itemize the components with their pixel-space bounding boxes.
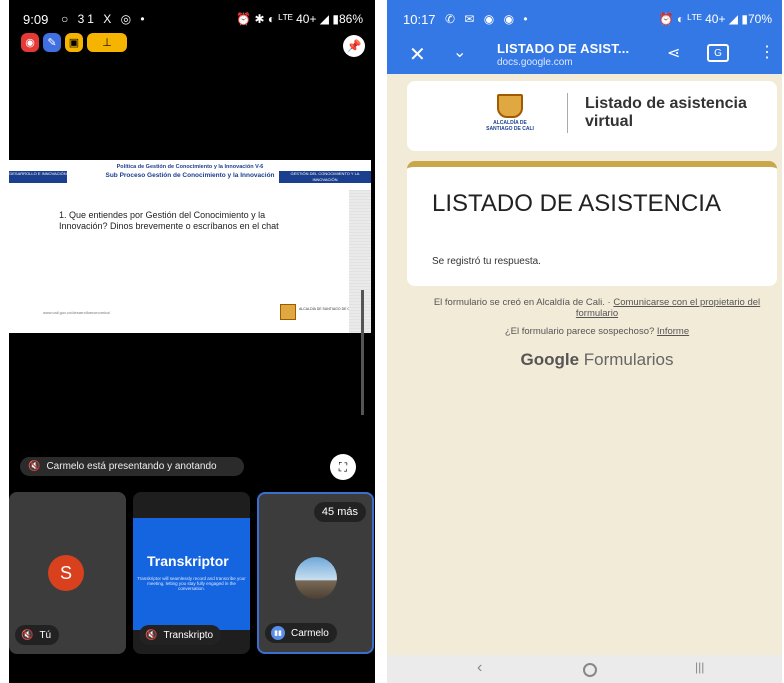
cali-crest-icon [280,304,296,320]
mic-off-icon: 🔇 [145,629,158,641]
status-system-icons: ⏰ ◐ ᴸᵀᴱ 40+ ◢ ▮70% [658,12,772,26]
slide-logo-caption: ALCALDÍA DE SANTIAGO DE CALI [299,307,356,311]
brand-forms: Formularios [579,350,674,369]
confirmation-message: Se registró tu respuesta. [432,256,541,267]
avatar [295,557,337,599]
participant-label: 🔇 Transkripto [139,625,222,645]
screenshot-composite: 9:09 ○ 31 X ◎ • ⏰ ✱ ◐ ᴸᵀᴱ 40+ ◢ ▮86% ◉ ✎… [0,0,784,683]
fullscreen-icon[interactable]: ⛶ [330,454,356,480]
slide-header-line1: Política de Gestión de Conocimiento y la… [116,164,264,170]
status-notification-icons: ○ 31 X ◎ • [61,12,148,26]
speaking-icon: ▮▮ [271,626,285,640]
participant-tile-transkriptor[interactable]: Transkriptor Transkriptor will seamlessl… [133,492,250,654]
suspicious-text: ¿El formulario parece sospechoso? [504,326,657,337]
transkriptor-logo: Transkriptor [147,553,229,569]
chevron-down-icon[interactable]: ⌄ [453,42,466,62]
divider [567,93,568,133]
participant-name: Carmelo [291,627,329,639]
slide-url: www.cali.gov.co/desarrolloeconomico/ [43,310,111,315]
presenting-banner: 🔇 Carmelo está presentando y anotando [20,457,244,476]
forms-phone-screen: 10:17 ✆ ✉ ◉ ◉ • ⏰ ◐ ᴸᵀᴱ 40+ ◢ ▮70% ✕ ⌄ L… [387,0,782,683]
participant-name: Tú [39,629,52,641]
close-icon[interactable]: ✕ [409,42,426,67]
presented-slide: DESARROLLO E INNOVACIÓN Política de Gest… [9,160,371,333]
status-system-icons: ⏰ ✱ ◐ ᴸᵀᴱ 40+ ◢ ▮86% [236,12,363,26]
pen-icon[interactable]: ✎ [43,33,61,52]
share-icon[interactable]: ⋖ [667,43,680,63]
transkriptor-blurb: Transkriptor will seamlessly record and … [137,576,246,591]
participant-name: Transkripto [163,629,214,641]
report-link[interactable]: Informe [657,326,689,337]
header-title: Listado de asistencia virtual [585,95,747,130]
back-icon[interactable]: ‹ [477,659,482,677]
participant-label: 🔇 Tú [15,625,60,645]
android-nav-bar: ‹ ||| [387,655,782,683]
google-forms-logo: Google Formularios [427,350,767,370]
pin-icon[interactable]: 📌 [343,35,365,57]
scrollbar[interactable] [361,290,364,415]
status-bar: 10:17 ✆ ✉ ◉ ◉ • ⏰ ◐ ᴸᵀᴱ 40+ ◢ ▮70% [387,0,782,36]
report-notice: ¿El formulario parece sospechoso? Inform… [427,326,767,337]
avatar: S [48,555,84,591]
more-participants-badge[interactable]: 45 más [313,502,366,522]
transkriptor-video: Transkriptor Transkriptor will seamlessl… [133,518,250,630]
mic-off-icon: 🔇 [21,629,34,641]
form-header-card: ALCALDÍA DE SANTIAGO DE CALI Listado de … [407,81,777,151]
participant-label: ▮▮ Carmelo [265,623,337,643]
home-icon[interactable] [583,663,597,677]
status-notification-icons: ✆ ✉ ◉ ◉ • [445,12,531,26]
page-url: docs.google.com [497,57,573,68]
participant-tile-carmelo[interactable]: 45 más ▮▮ Carmelo [257,492,374,654]
cali-crest-icon [497,94,523,118]
slide-tag-right: GESTIÓN DEL CONOCIMIENTO Y LA INNOVACIÓN [279,171,371,183]
screen-off-icon[interactable]: ▣ [65,33,83,52]
mic-off-icon: 🔇 [28,461,41,472]
translate-icon[interactable]: G [707,44,729,62]
form-created-notice: El formulario se creó en Alcaldía de Cal… [427,297,767,319]
presenting-text: Carmelo está presentando y anotando [46,461,217,472]
participant-tile-self[interactable]: S 🔇 Tú [9,492,126,654]
custom-tab-toolbar: ✕ ⌄ LISTADO DE ASIST... docs.google.com … [387,36,782,74]
form-title: LISTADO DE ASISTENCIA [432,190,721,217]
created-text: El formulario se creó en Alcaldía de Cal… [433,297,614,308]
status-time: 9:09 [23,12,49,27]
brand-google: Google [520,350,580,369]
pointer-icon[interactable]: ⊥ [87,33,127,52]
page-title: LISTADO DE ASIST... [497,41,630,56]
annotation-overlay [349,190,371,333]
status-time: 10:17 [403,12,436,27]
slide-question: 1. Que entiendes por Gestión del Conocim… [59,210,279,231]
recents-icon[interactable]: ||| [695,660,704,674]
annotation-toolbar: ◉ ✎ ▣ ⊥ [21,33,127,52]
record-icon[interactable]: ◉ [21,33,39,52]
overflow-menu-icon[interactable]: ⋮ [759,42,775,62]
form-confirmation-card: LISTADO DE ASISTENCIA Se registró tu res… [407,161,777,286]
meet-phone-screen: 9:09 ○ 31 X ◎ • ⏰ ✱ ◐ ᴸᵀᴱ 40+ ◢ ▮86% ◉ ✎… [9,0,375,683]
crest-caption-line2: SANTIAGO DE CALI [486,126,534,132]
